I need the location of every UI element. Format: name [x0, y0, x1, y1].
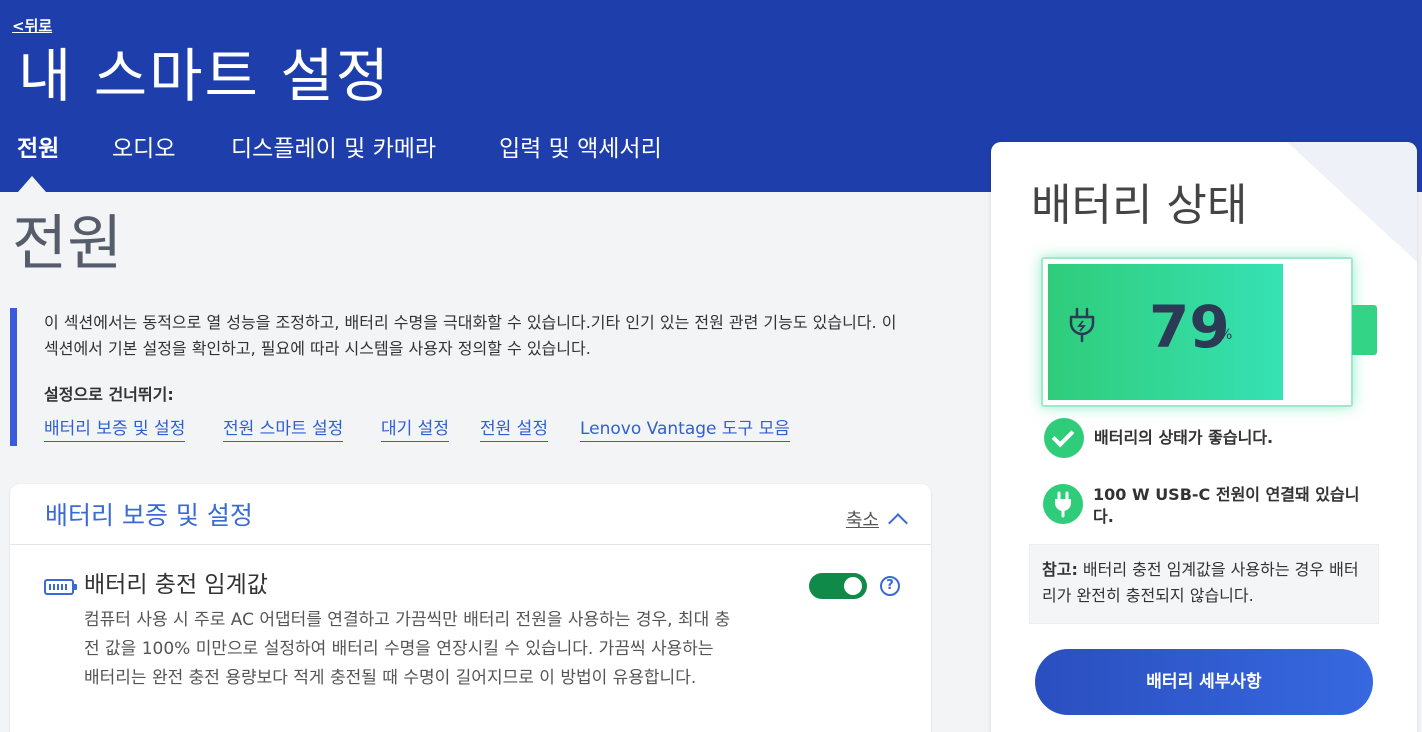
plug-icon [1069, 307, 1095, 343]
skip-links: 배터리 보증 및 설정 전원 스마트 설정 대기 설정 전원 설정 Lenovo… [44, 417, 922, 445]
battery-details-button[interactable]: 배터리 세부사항 [1035, 649, 1373, 715]
setting-title: 배터리 충전 임계값 [84, 572, 268, 598]
check-icon [1044, 418, 1084, 458]
battery-warranty-card: 배터리 보증 및 설정 축소 배터리 충전 임계값 컴퓨터 사용 시 주로 AC… [10, 484, 931, 732]
collapse-button[interactable]: 축소 [845, 506, 908, 533]
note-text: 배터리 충전 임계값을 사용하는 경우 배터리가 완전히 충전되지 않습니다. [1042, 560, 1359, 605]
battery-icon [44, 579, 77, 595]
battery-cap [1352, 305, 1377, 355]
battery-percent-unit: % [1219, 327, 1233, 343]
skip-link-power-settings[interactable]: 전원 설정 [480, 417, 548, 442]
plug-circle-icon [1043, 484, 1083, 524]
section-title: 전원 [12, 209, 123, 279]
back-link[interactable]: <뒤로 [12, 15, 52, 36]
battery-percent: 79 [1149, 293, 1230, 361]
skip-link-standby[interactable]: 대기 설정 [381, 417, 449, 442]
intro-text: 이 섹션에서는 동적으로 열 성능을 조정하고, 배터리 수명을 극대화할 수 … [44, 313, 897, 358]
tab-power[interactable]: 전원 [17, 128, 59, 170]
battery-status-title: 배터리 상태 [1031, 180, 1248, 231]
card-divider [10, 544, 931, 545]
skip-link-vantage-toolbar[interactable]: Lenovo Vantage 도구 모음 [580, 417, 790, 442]
battery-health-text: 배터리의 상태가 좋습니다. [1094, 428, 1274, 447]
collapse-label: 축소 [845, 510, 879, 531]
skip-label: 설정으로 건너뛰기: [44, 385, 174, 404]
battery-health-status: 배터리의 상태가 좋습니다. [1044, 418, 1273, 458]
tab-audio[interactable]: 오디오 [112, 128, 175, 170]
skip-link-battery-warranty[interactable]: 배터리 보증 및 설정 [44, 417, 186, 442]
chevron-up-icon [888, 513, 908, 533]
power-source-text: 100 W USB-C 전원이 연결돼 있습니다. [1093, 485, 1360, 526]
setting-description: 컴퓨터 사용 시 주로 AC 어댑터를 연결하고 가끔씩만 배터리 전원을 사용… [84, 610, 731, 688]
skip-link-power-smart[interactable]: 전원 스마트 설정 [223, 417, 344, 442]
intro-block: 이 섹션에서는 동적으로 열 성능을 조정하고, 배터리 수명을 극대화할 수 … [10, 308, 922, 446]
battery-gauge: 79 % [1041, 257, 1353, 407]
main-content: 전원 이 섹션에서는 동적으로 열 성능을 조정하고, 배터리 수명을 극대화할… [0, 192, 962, 732]
note-label: 참고: [1042, 560, 1078, 579]
card-title: 배터리 보증 및 설정 [45, 501, 253, 530]
note-box: 참고: 배터리 충전 임계값을 사용하는 경우 배터리가 완전히 충전되지 않습… [1029, 544, 1379, 624]
tab-display-camera[interactable]: 디스플레이 및 카메라 [231, 128, 436, 170]
charge-threshold-toggle[interactable] [809, 573, 867, 599]
help-icon[interactable]: ? [880, 576, 900, 596]
battery-status-panel: 배터리 상태 79 % 배터리의 상태가 좋습니다. 100 W USB-C 전… [991, 142, 1417, 732]
page-title: 내 스마트 설정 [18, 42, 392, 110]
active-tab-indicator [18, 176, 46, 192]
tab-input-accessories[interactable]: 입력 및 액세서리 [499, 128, 662, 170]
panel-decoration [1287, 142, 1417, 262]
power-source-status: 100 W USB-C 전원이 연결돼 있습니다. [1043, 484, 1373, 528]
toggle-knob [844, 577, 862, 595]
